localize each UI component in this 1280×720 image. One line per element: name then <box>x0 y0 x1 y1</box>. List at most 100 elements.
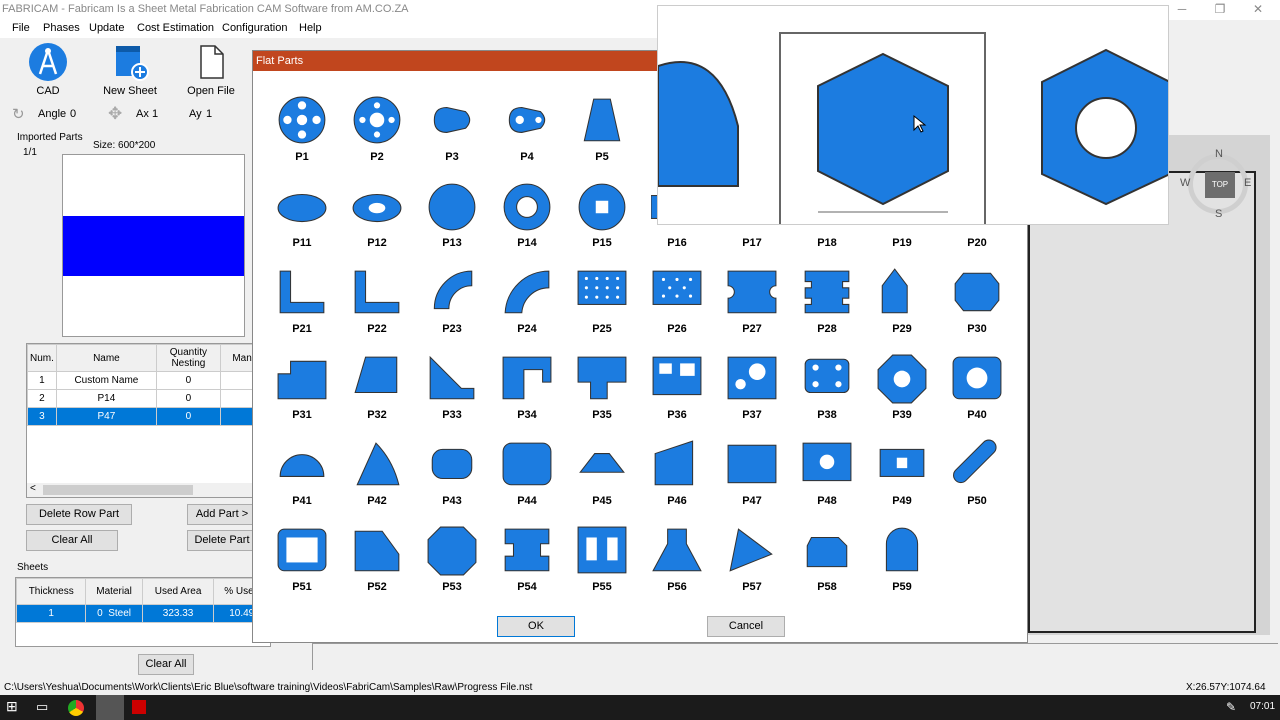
part-p37[interactable]: P37 <box>716 353 788 439</box>
part-p2[interactable]: P2 <box>341 95 413 181</box>
menu-help[interactable]: Help <box>299 22 322 34</box>
task-view-icon[interactable]: ▭ <box>36 699 48 715</box>
part-label: P3 <box>445 151 459 163</box>
part-p45[interactable]: P45 <box>566 439 638 525</box>
part-p39[interactable]: P39 <box>866 353 938 439</box>
part-p13[interactable]: P13 <box>416 181 488 267</box>
new-sheet-button[interactable]: New Sheet <box>100 42 160 97</box>
ok-button[interactable]: OK <box>497 616 575 637</box>
part-p11[interactable]: P11 <box>266 181 338 267</box>
part-p43[interactable]: P43 <box>416 439 488 525</box>
move-icon[interactable]: ✥ <box>108 104 122 124</box>
chrome-icon[interactable] <box>68 700 84 716</box>
menu-phases[interactable]: Phases <box>43 22 80 34</box>
ay-input[interactable]: 1 <box>206 108 236 120</box>
maximize-icon[interactable]: ❐ <box>1210 2 1230 18</box>
part-p58[interactable]: P58 <box>791 525 863 611</box>
horizontal-scrollbar[interactable]: < <box>27 483 271 497</box>
part-p52[interactable]: P52 <box>341 525 413 611</box>
sheets-clear-all-button[interactable]: Clear All <box>138 654 194 675</box>
delete-row-part-button[interactable]: Delete Row Part <box>26 504 132 525</box>
ax-input[interactable]: 1 <box>152 108 186 120</box>
windows-start-icon[interactable]: ⊞ <box>6 698 18 715</box>
part-thumbnail <box>354 270 400 314</box>
menu-update[interactable]: Update <box>89 22 124 34</box>
part-p30[interactable]: P30 <box>941 267 1013 353</box>
part-p4[interactable]: P4 <box>491 95 563 181</box>
sheet-canvas[interactable] <box>1028 171 1256 633</box>
part-p3[interactable]: P3 <box>416 95 488 181</box>
part-p48[interactable]: P48 <box>791 439 863 525</box>
scroll-left-icon[interactable]: < <box>30 483 36 494</box>
scrollbar-thumb[interactable] <box>43 485 193 495</box>
pen-icon[interactable]: ✎ <box>1226 700 1236 714</box>
part-p24[interactable]: P24 <box>491 267 563 353</box>
part-p1[interactable]: P1 <box>266 95 338 181</box>
part-p59[interactable]: P59 <box>866 525 938 611</box>
angle-input[interactable]: 0 <box>70 108 104 120</box>
part-p23[interactable]: P23 <box>416 267 488 353</box>
table-row-selected[interactable]: 3 P47 0 <box>27 407 271 426</box>
part-p54[interactable]: P54 <box>491 525 563 611</box>
part-p21[interactable]: P21 <box>266 267 338 353</box>
compass-n: N <box>1215 148 1223 160</box>
table-row[interactable]: 2 P14 0 <box>27 389 271 408</box>
close-icon[interactable]: ✕ <box>1248 2 1268 18</box>
clear-all-button[interactable]: Clear All <box>26 530 118 551</box>
part-p50[interactable]: P50 <box>941 439 1013 525</box>
part-p51[interactable]: P51 <box>266 525 338 611</box>
part-label: P24 <box>517 323 537 335</box>
part-p26[interactable]: P26 <box>641 267 713 353</box>
part-p44[interactable]: P44 <box>491 439 563 525</box>
part-p29[interactable]: P29 <box>866 267 938 353</box>
menu-cost-estimation[interactable]: Cost Estimation <box>137 22 214 34</box>
part-p28[interactable]: P28 <box>791 267 863 353</box>
part-p47[interactable]: P47 <box>716 439 788 525</box>
part-p25[interactable]: P25 <box>566 267 638 353</box>
part-p32[interactable]: P32 <box>341 353 413 439</box>
part-p33[interactable]: P33 <box>416 353 488 439</box>
part-p14[interactable]: P14 <box>491 181 563 267</box>
cancel-button[interactable]: Cancel <box>707 616 785 637</box>
part-label: P51 <box>292 581 312 593</box>
sheet-row[interactable]: 1 0 Steel 323.33 10.49 <box>15 604 270 623</box>
minimize-icon[interactable]: ─ <box>1172 2 1192 18</box>
part-p55[interactable]: P55 <box>566 525 638 611</box>
delete-part-button[interactable]: Delete Part <box>187 530 257 551</box>
part-p5[interactable]: P5 <box>566 95 638 181</box>
part-p41[interactable]: P41 <box>266 439 338 525</box>
rotate-icon[interactable]: ↻ <box>12 105 25 123</box>
menu-file[interactable]: File <box>12 22 30 34</box>
part-thumbnail <box>278 96 326 144</box>
menu-configuration[interactable]: Configuration <box>222 22 287 34</box>
part-p56[interactable]: P56 <box>641 525 713 611</box>
part-p53[interactable]: P53 <box>416 525 488 611</box>
cell-material: 0 Steel <box>85 604 143 623</box>
view-top-button[interactable]: TOP <box>1205 172 1235 198</box>
part-label: P35 <box>592 409 612 421</box>
part-p22[interactable]: P22 <box>341 267 413 353</box>
fabricam-task-icon[interactable] <box>96 695 124 720</box>
part-p12[interactable]: P12 <box>341 181 413 267</box>
part-p31[interactable]: P31 <box>266 353 338 439</box>
view-cube[interactable]: N S E W TOP <box>1180 148 1252 220</box>
part-p34[interactable]: P34 <box>491 353 563 439</box>
part-p27[interactable]: P27 <box>716 267 788 353</box>
part-p40[interactable]: P40 <box>941 353 1013 439</box>
clock: 07:01 <box>1250 701 1276 712</box>
part-p42[interactable]: P42 <box>341 439 413 525</box>
part-label: P34 <box>517 409 537 421</box>
part-p49[interactable]: P49 <box>866 439 938 525</box>
app-task-icon[interactable] <box>132 700 146 714</box>
part-p35[interactable]: P35 <box>566 353 638 439</box>
table-row[interactable]: 1 Custom Name 0 <box>27 371 271 390</box>
part-p46[interactable]: P46 <box>641 439 713 525</box>
part-p36[interactable]: P36 <box>641 353 713 439</box>
part-p38[interactable]: P38 <box>791 353 863 439</box>
part-label: P55 <box>592 581 612 593</box>
part-p15[interactable]: P15 <box>566 181 638 267</box>
part-p57[interactable]: P57 <box>716 525 788 611</box>
cad-button[interactable]: CAD <box>24 42 72 97</box>
open-file-button[interactable]: Open File <box>186 42 236 97</box>
add-part-button[interactable]: Add Part > <box>187 504 257 525</box>
